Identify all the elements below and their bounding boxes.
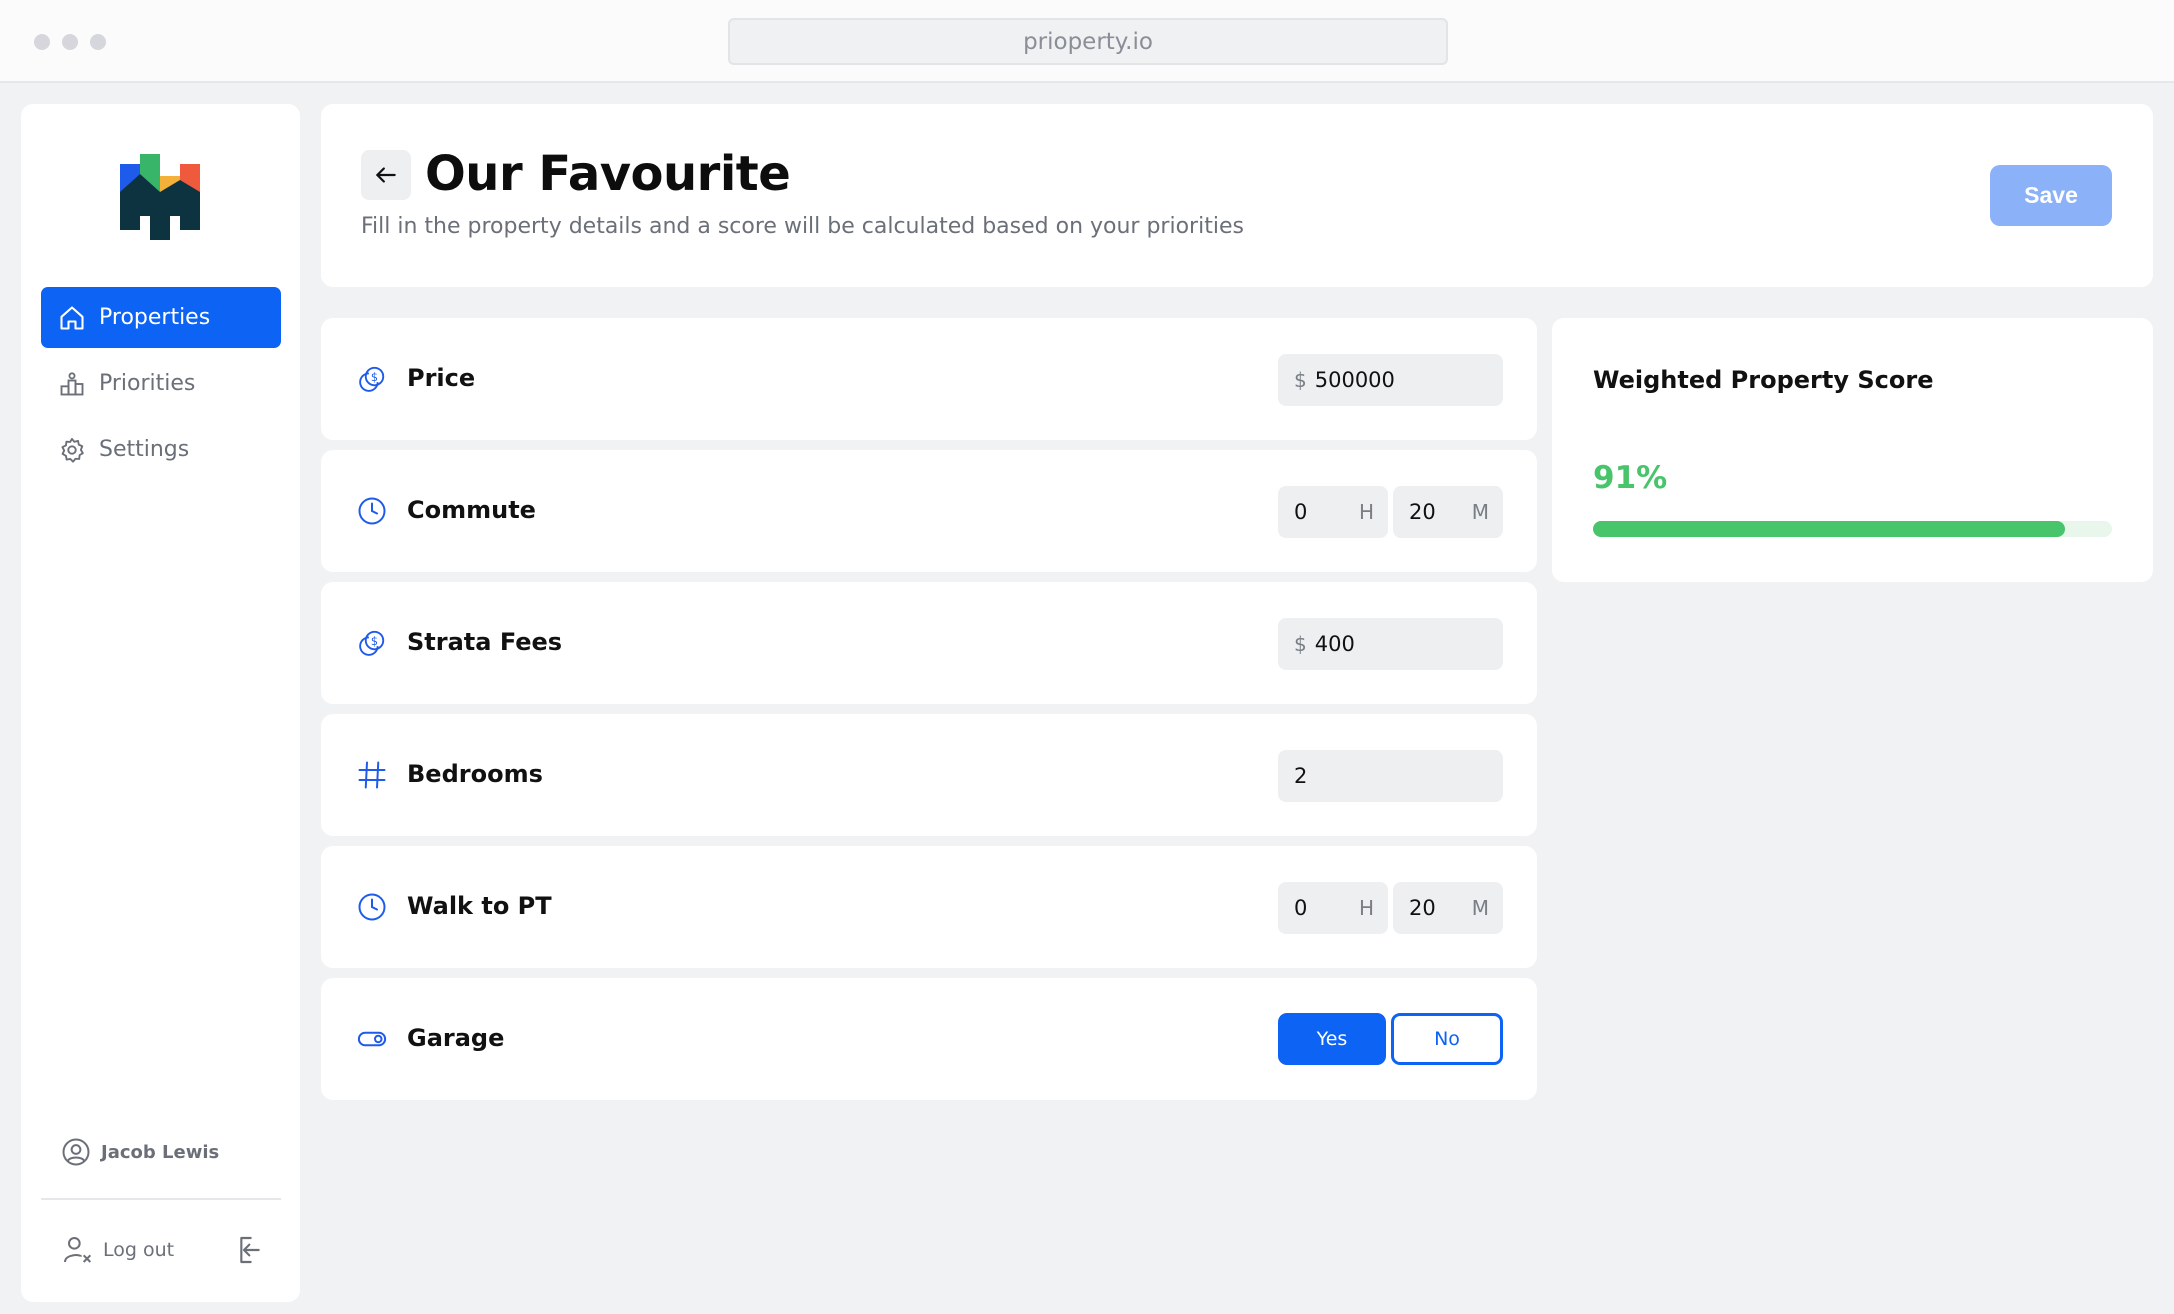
score-title: Weighted Property Score <box>1593 366 1934 394</box>
bedrooms-input[interactable]: 2 <box>1278 750 1503 802</box>
field-label: Garage <box>407 1024 505 1052</box>
arrow-left-icon <box>376 167 396 183</box>
gear-icon <box>57 435 87 465</box>
window-dot[interactable] <box>62 34 78 50</box>
sidebar-item-settings[interactable]: Settings <box>41 419 281 480</box>
field-card-commute: Commute 0 H 20 M <box>321 450 1537 572</box>
svg-text:$: $ <box>371 371 378 384</box>
sidebar-item-label: Settings <box>99 437 190 462</box>
garage-yes-button[interactable]: Yes <box>1278 1013 1386 1065</box>
dollar-coin-icon: $ <box>359 366 385 392</box>
currency-prefix: $ <box>1294 368 1307 392</box>
page-title: Our Favourite <box>425 146 791 202</box>
walk-hours-input[interactable]: 0 H <box>1278 882 1388 934</box>
field-card-price: $ Price $ 500000 <box>321 318 1537 440</box>
score-value: 91% <box>1593 460 1668 496</box>
logout-button[interactable]: Log out <box>61 1234 174 1266</box>
minutes-value: 20 <box>1409 500 1436 524</box>
hours-unit: H <box>1358 896 1374 920</box>
home-icon <box>57 303 87 333</box>
score-progress-bar <box>1593 521 2112 537</box>
hash-icon <box>358 761 386 789</box>
sidebar: Properties Priorities Settings Jacob Lew… <box>21 104 300 1302</box>
sidebar-item-label: Properties <box>99 305 211 330</box>
strata-value: 400 <box>1314 632 1355 656</box>
hours-unit: H <box>1358 500 1374 524</box>
logout-label: Log out <box>103 1239 175 1261</box>
field-label: Bedrooms <box>407 760 543 788</box>
price-input[interactable]: $ 500000 <box>1278 354 1503 406</box>
price-value: 500000 <box>1314 368 1395 392</box>
podium-icon <box>57 369 87 399</box>
clock-icon <box>358 893 386 921</box>
hours-value: 0 <box>1294 500 1308 524</box>
dollar-coin-icon: $ <box>359 630 385 656</box>
garage-no-button[interactable]: No <box>1391 1013 1503 1065</box>
clock-icon <box>358 497 386 525</box>
header-card: Our Favourite Fill in the property detai… <box>321 104 2153 287</box>
walk-minutes-input[interactable]: 20 M <box>1393 882 1503 934</box>
field-label: Walk to PT <box>407 892 552 920</box>
field-card-garage: Garage Yes No <box>321 978 1537 1100</box>
field-label: Price <box>407 364 476 392</box>
user-name: Jacob Lewis <box>101 1141 220 1163</box>
score-progress-fill <box>1593 521 2066 537</box>
field-card-walk-to-pt: Walk to PT 0 H 20 M <box>321 846 1537 968</box>
toggle-icon <box>357 1031 387 1047</box>
score-card: Weighted Property Score 91% <box>1552 318 2153 582</box>
app-logo <box>120 154 200 240</box>
window-dot[interactable] <box>34 34 50 50</box>
window-dot[interactable] <box>90 34 106 50</box>
commute-hours-input[interactable]: 0 H <box>1278 486 1388 538</box>
field-card-strata-fees: $ Strata Fees $ 400 <box>321 582 1537 704</box>
exit-icon[interactable] <box>232 1234 264 1266</box>
back-button[interactable] <box>361 150 411 200</box>
user-profile[interactable]: Jacob Lewis <box>61 1137 219 1167</box>
page-subtitle: Fill in the property details and a score… <box>361 214 1244 239</box>
address-bar[interactable]: prioperty.io <box>728 18 1448 65</box>
field-card-bedrooms: Bedrooms 2 <box>321 714 1537 836</box>
bedrooms-value: 2 <box>1294 764 1308 788</box>
strata-fees-input[interactable]: $ 400 <box>1278 618 1503 670</box>
hours-value: 0 <box>1294 896 1308 920</box>
user-circle-icon <box>62 1138 90 1166</box>
browser-chrome: prioperty.io <box>0 0 2174 83</box>
sidebar-divider <box>41 1198 281 1200</box>
save-button[interactable]: Save <box>1990 165 2112 226</box>
commute-minutes-input[interactable]: 20 M <box>1393 486 1503 538</box>
minutes-unit: M <box>1471 896 1489 920</box>
minutes-unit: M <box>1471 500 1489 524</box>
minutes-value: 20 <box>1409 896 1436 920</box>
sidebar-item-label: Priorities <box>99 371 196 396</box>
user-remove-icon <box>64 1237 92 1263</box>
sidebar-item-properties[interactable]: Properties <box>41 287 281 348</box>
currency-prefix: $ <box>1294 632 1307 656</box>
svg-text:$: $ <box>371 635 378 648</box>
field-label: Commute <box>407 496 536 524</box>
field-label: Strata Fees <box>407 628 563 656</box>
sidebar-item-priorities[interactable]: Priorities <box>41 353 281 414</box>
